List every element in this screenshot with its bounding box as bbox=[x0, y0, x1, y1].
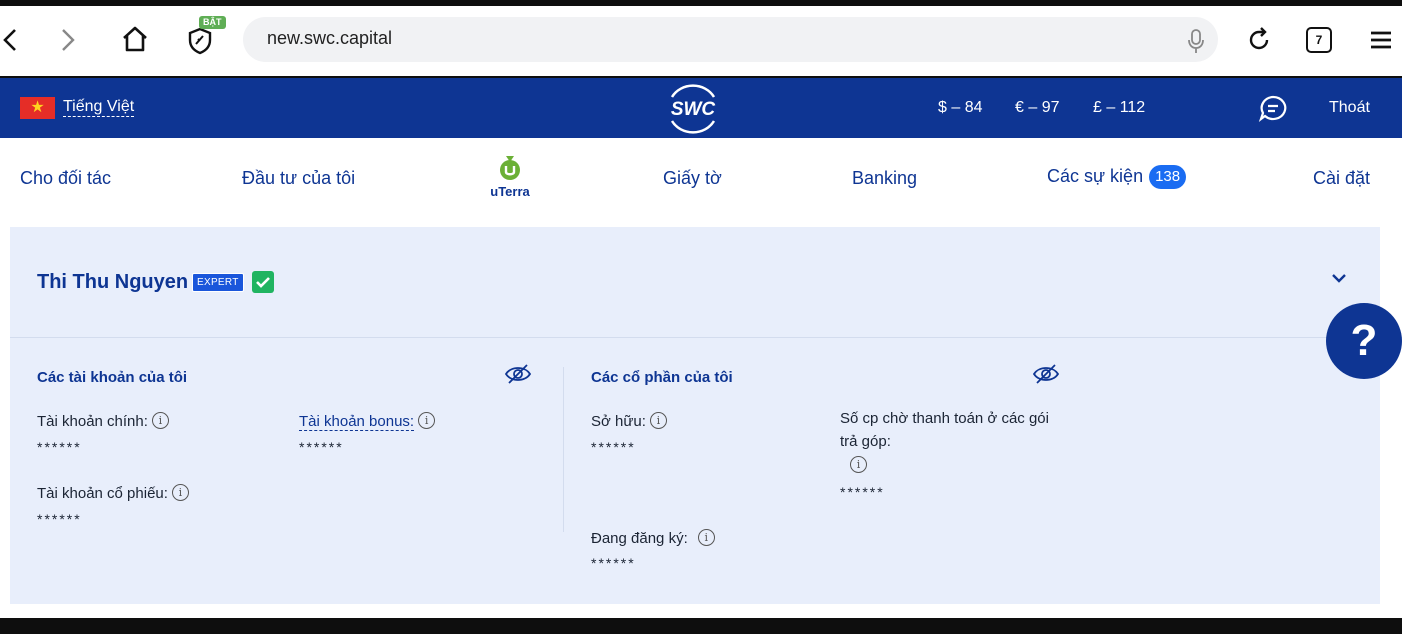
registered-shares-label: Đang đăng ký: i bbox=[591, 529, 715, 547]
swc-logo-text: SWC bbox=[671, 99, 716, 120]
reload-icon[interactable] bbox=[1246, 26, 1272, 52]
info-icon[interactable]: i bbox=[649, 412, 667, 429]
shield-status-badge: BẬT bbox=[199, 16, 226, 29]
info-icon[interactable]: i bbox=[418, 412, 436, 429]
pending-shares-value: ****** bbox=[840, 484, 885, 500]
url-text[interactable]: new.swc.capital bbox=[267, 28, 392, 49]
owned-shares-value: ****** bbox=[591, 439, 636, 455]
bonus-account-label: Tài khoản bonus: i bbox=[299, 412, 436, 431]
nav-settings[interactable]: Cài đặt bbox=[1313, 168, 1370, 189]
language-selector[interactable]: Tiếng Việt bbox=[63, 98, 135, 117]
nav-documents[interactable]: Giấy tờ bbox=[663, 168, 722, 189]
info-icon[interactable]: i bbox=[151, 412, 169, 429]
uterra-logo-icon bbox=[500, 156, 520, 180]
site-topbar: ★ Tiếng Việt SWC $ – 84 € – 97 £ – 112 T… bbox=[0, 78, 1402, 138]
logout-link[interactable]: Thoát bbox=[1329, 99, 1370, 117]
registered-shares-label-text: Đang đăng ký: bbox=[591, 530, 688, 547]
accounts-title: Các tài khoản của tôi bbox=[37, 369, 188, 386]
menu-icon[interactable] bbox=[1370, 31, 1392, 49]
hide-eye-icon[interactable] bbox=[504, 363, 532, 385]
pending-shares-label-line2: trả góp: bbox=[840, 433, 891, 450]
tab-count-button[interactable]: 7 bbox=[1306, 27, 1332, 53]
main-account-value: ****** bbox=[37, 439, 82, 455]
swc-logo[interactable]: SWC bbox=[662, 83, 724, 135]
pending-shares-label-line1: Số cp chờ thanh toán ở các gói bbox=[840, 410, 1049, 427]
stock-account-label-text: Tài khoản cổ phiếu: bbox=[37, 485, 168, 502]
nav-events-label: Các sự kiện bbox=[1047, 165, 1144, 186]
profile-panel: Thi Thu Nguyen EXPERT Các tài khoản của … bbox=[10, 227, 1380, 604]
panel-divider bbox=[10, 337, 1380, 338]
nav-partners[interactable]: Cho đối tác bbox=[20, 168, 111, 189]
nav-uterra[interactable]: uTerra bbox=[484, 155, 536, 199]
browser-toolbar: BẬT new.swc.capital 7 bbox=[0, 6, 1402, 76]
info-icon[interactable]: i bbox=[697, 529, 715, 546]
verified-check-icon bbox=[252, 271, 274, 293]
owned-shares-label: Sở hữu: i bbox=[591, 412, 667, 430]
user-name: Thi Thu Nguyen bbox=[37, 271, 189, 293]
vietnam-flag-icon[interactable]: ★ bbox=[20, 97, 55, 119]
main-nav: Cho đối tác Đầu tư của tôi uTerra Giấy t… bbox=[0, 138, 1402, 218]
currency-usd: $ – 84 bbox=[938, 99, 983, 116]
registered-shares-value: ****** bbox=[591, 555, 636, 571]
chevron-down-icon[interactable] bbox=[1330, 272, 1348, 284]
shares-title: Các cổ phần của tôi bbox=[591, 369, 733, 386]
events-count-badge: 138 bbox=[1149, 165, 1187, 189]
nav-banking[interactable]: Banking bbox=[852, 168, 917, 189]
main-account-label-text: Tài khoản chính: bbox=[37, 413, 148, 430]
chat-icon[interactable] bbox=[1258, 94, 1288, 122]
stock-account-label: Tài khoản cổ phiếu: i bbox=[37, 484, 189, 502]
info-icon[interactable]: i bbox=[850, 456, 867, 473]
pending-shares-info: i bbox=[846, 456, 867, 475]
bonus-account-value: ****** bbox=[299, 439, 344, 455]
currency-eur: € – 97 bbox=[1015, 99, 1060, 116]
expert-badge: EXPERT bbox=[192, 273, 244, 292]
home-icon[interactable] bbox=[121, 25, 149, 53]
shield-icon[interactable] bbox=[188, 27, 212, 55]
main-account-label: Tài khoản chính: i bbox=[37, 412, 169, 430]
owned-shares-label-text: Sở hữu: bbox=[591, 413, 646, 430]
info-icon[interactable]: i bbox=[171, 484, 189, 501]
nav-my-investments[interactable]: Đầu tư của tôi bbox=[242, 168, 355, 189]
stock-account-value: ****** bbox=[37, 511, 82, 527]
forward-icon[interactable] bbox=[60, 28, 76, 52]
microphone-icon[interactable] bbox=[1187, 28, 1205, 54]
uterra-label: uTerra bbox=[490, 184, 530, 199]
hide-eye-icon[interactable] bbox=[1032, 363, 1060, 385]
back-icon[interactable] bbox=[2, 28, 18, 52]
currency-gbp: £ – 112 bbox=[1093, 99, 1146, 116]
help-button[interactable]: ? bbox=[1326, 303, 1402, 379]
bonus-account-link[interactable]: Tài khoản bonus: bbox=[299, 413, 415, 431]
nav-events[interactable]: Các sự kiện 138 bbox=[1047, 165, 1187, 189]
section-divider bbox=[563, 367, 564, 532]
